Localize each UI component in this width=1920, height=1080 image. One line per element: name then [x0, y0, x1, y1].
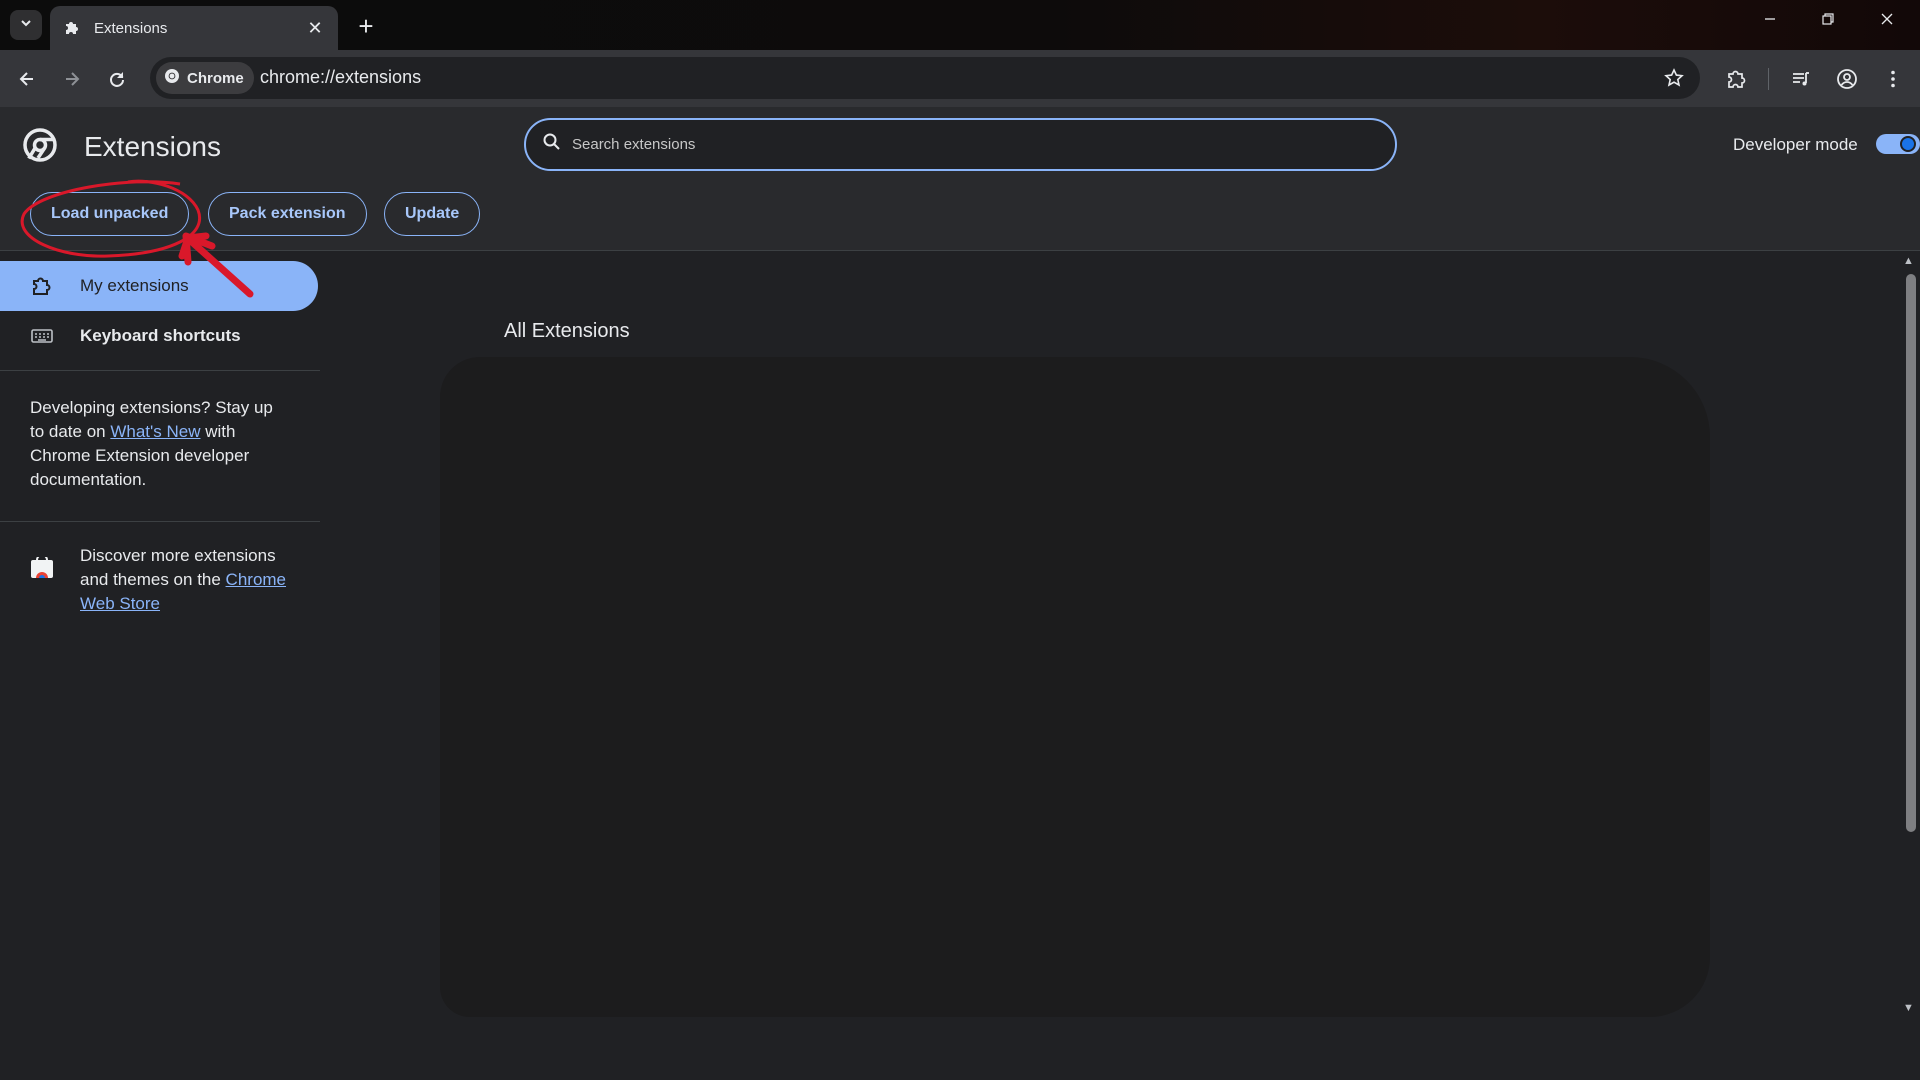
tab-extensions[interactable]: Extensions ✕	[50, 6, 338, 50]
extensions-menu-button[interactable]	[1720, 63, 1752, 95]
sidebar-item-label: Keyboard shortcuts	[80, 326, 241, 345]
sidebar-item-keyboard-shortcuts[interactable]: Keyboard shortcuts	[0, 311, 318, 361]
chip-label: Chrome	[187, 69, 244, 87]
back-button[interactable]	[11, 63, 43, 95]
sidebar-item-label: My extensions	[80, 276, 189, 295]
sidebar-divider	[0, 521, 320, 522]
arrow-left-icon	[19, 72, 33, 86]
forward-button[interactable]	[56, 63, 88, 95]
arrow-right-icon	[66, 72, 80, 86]
scrollbar-thumb[interactable]	[1906, 274, 1916, 832]
menu-button[interactable]	[1877, 63, 1909, 95]
update-button[interactable]: Update	[384, 192, 481, 236]
minimize-button[interactable]	[1741, 4, 1799, 34]
sidebar-divider	[0, 370, 320, 371]
load-unpacked-button[interactable]: Load unpacked	[30, 192, 190, 236]
pack-extension-button[interactable]: Pack extension	[208, 192, 367, 236]
page-title: Extensions	[84, 131, 221, 162]
puzzle-outline-icon	[1728, 70, 1746, 88]
toolbar-separator	[1768, 68, 1769, 90]
web-store-text: Discover more extensions and themes on t…	[80, 544, 300, 616]
section-title: All Extensions	[504, 320, 630, 342]
chrome-web-store-icon	[30, 554, 54, 579]
chevron-down-icon	[19, 16, 33, 35]
profile-button[interactable]	[1831, 63, 1863, 95]
developer-mode-toggle[interactable]	[1876, 134, 1920, 154]
browser-toolbar: Chrome chrome://extensions	[0, 50, 1920, 107]
extensions-list-area	[440, 357, 1710, 1017]
address-bar[interactable]: Chrome chrome://extensions	[150, 57, 1700, 99]
tab-close-icon[interactable]: ✕	[304, 17, 326, 39]
chrome-logo-icon	[22, 127, 62, 167]
url-text[interactable]: chrome://extensions	[260, 67, 421, 88]
search-icon	[542, 132, 562, 157]
tab-title: Extensions	[94, 19, 168, 37]
whats-new-link[interactable]: What's New	[110, 422, 200, 441]
media-controls-button[interactable]	[1785, 63, 1817, 95]
close-window-button[interactable]	[1858, 4, 1916, 34]
site-info-chip[interactable]: Chrome	[156, 62, 254, 94]
more-vert-icon	[1891, 70, 1895, 88]
new-tab-button[interactable]: +	[352, 11, 380, 41]
scroll-up-arrow[interactable]: ▲	[1903, 255, 1914, 267]
developer-news-text: Developing extensions? Stay up to date o…	[30, 396, 290, 492]
search-box[interactable]	[524, 118, 1397, 171]
reload-icon	[110, 72, 124, 87]
reload-button[interactable]	[101, 63, 133, 95]
developer-mode-label: Developer mode	[1733, 135, 1858, 154]
puzzle-icon	[62, 18, 82, 38]
keyboard-icon	[28, 322, 56, 350]
search-input[interactable]	[572, 136, 1352, 153]
chrome-logo-icon	[164, 68, 180, 88]
tab-strip: Extensions ✕ +	[0, 0, 1920, 50]
header-divider	[0, 250, 1920, 251]
tab-search-button[interactable]	[10, 10, 42, 40]
extensions-icon	[28, 272, 56, 300]
toggle-knob	[1900, 136, 1916, 152]
queue-music-icon	[1793, 72, 1809, 86]
bookmark-star-icon[interactable]	[1662, 66, 1686, 90]
extensions-page: Extensions Developer mode Load unpacked …	[0, 107, 1920, 1080]
sidebar-item-my-extensions[interactable]: My extensions	[0, 261, 318, 311]
account-circle-icon	[1837, 69, 1857, 89]
scroll-down-arrow[interactable]: ▼	[1903, 1002, 1914, 1014]
extensions-header: Extensions Developer mode Load unpacked …	[0, 107, 1920, 250]
restore-button[interactable]	[1799, 4, 1857, 34]
